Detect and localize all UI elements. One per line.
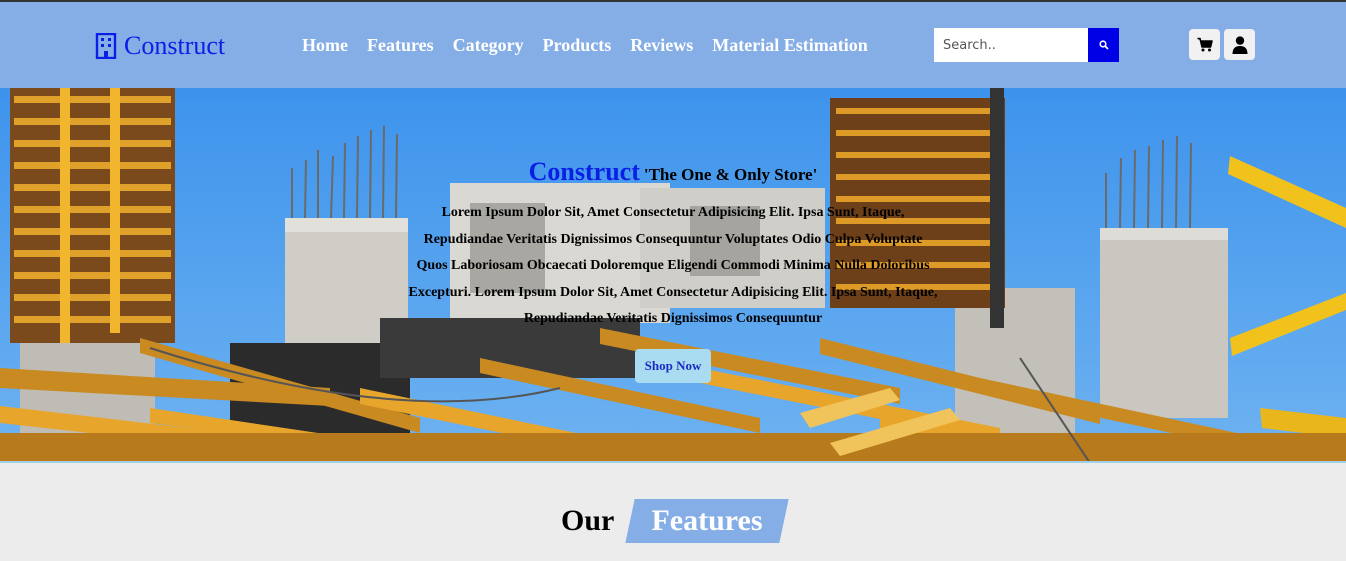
account-button[interactable] [1224, 29, 1255, 60]
cart-button[interactable] [1189, 29, 1220, 60]
search-input[interactable] [934, 28, 1088, 62]
search-box [934, 28, 1119, 62]
shop-now-button[interactable]: Shop Now [634, 348, 712, 383]
cart-icon [1197, 37, 1213, 52]
hero-tagline: 'The One & Only Store' [643, 165, 818, 184]
nav-material-estimation[interactable]: Material Estimation [712, 35, 867, 56]
user-icon [1232, 35, 1247, 54]
nav-features[interactable]: Features [367, 35, 434, 56]
hero-banner: Construct 'The One & Only Store' Lorem Ip… [0, 88, 1346, 463]
hero-title: Construct 'The One & Only Store' [400, 154, 946, 190]
hero-brand: Construct [528, 157, 640, 186]
nav-products[interactable]: Products [543, 35, 612, 56]
main-nav: Home Features Category Products Reviews … [302, 35, 868, 56]
search-button[interactable] [1088, 28, 1119, 62]
search-icon [1098, 40, 1109, 50]
nav-reviews[interactable]: Reviews [630, 35, 693, 56]
building-icon [95, 33, 117, 59]
nav-home[interactable]: Home [302, 35, 348, 56]
brand-logo[interactable]: Construct [94, 30, 225, 62]
hero-content: Construct 'The One & Only Store' Lorem Ip… [400, 154, 946, 383]
brand-name: Construct [124, 31, 226, 60]
hero-description: Lorem Ipsum Dolor Sit, Amet Consectetur … [408, 205, 938, 327]
features-heading-our: Our [561, 504, 615, 537]
features-heading-title: Features [651, 504, 763, 537]
site-header: Construct Home Features Category Product… [0, 2, 1346, 88]
features-heading: Our Features [0, 498, 1346, 544]
nav-category[interactable]: Category [453, 35, 524, 56]
